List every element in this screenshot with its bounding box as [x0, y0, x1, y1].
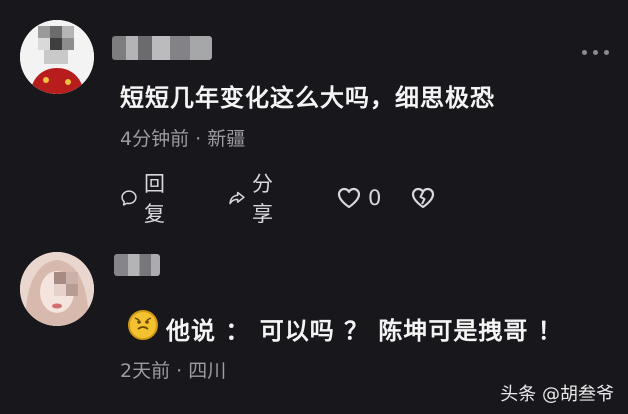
heart-icon	[337, 187, 361, 209]
share-button[interactable]: 分享	[228, 172, 281, 226]
reply-label: 回复	[143, 172, 165, 226]
avatar-image	[20, 252, 94, 326]
dislike-button[interactable]	[410, 184, 442, 212]
avatar[interactable]	[20, 20, 94, 94]
comment-text: 他说 ： 可以吗 ？ 陈坤可是拽哥 ！	[166, 317, 563, 345]
share-arrow-icon	[229, 191, 245, 205]
share-label: 分享	[251, 172, 273, 226]
more-dots-icon[interactable]	[582, 50, 610, 56]
username-blurred[interactable]	[112, 36, 212, 60]
like-button[interactable]: 0	[336, 184, 381, 212]
like-count: 0	[368, 186, 382, 210]
comment-meta: 4分钟前 · 新疆	[120, 128, 246, 150]
watermark: 头条 @胡叁爷	[500, 384, 614, 405]
broken-heart-icon	[411, 187, 435, 209]
comment-item: 短短几年变化这么大吗，细思极恐 4分钟前 · 新疆 回复 分享 0	[0, 0, 628, 240]
reply-button[interactable]: 回复	[120, 172, 173, 226]
comment-meta: 2天前 · 四川	[120, 360, 227, 382]
comment-bubble-icon	[121, 190, 137, 206]
avatar-image	[20, 20, 94, 94]
username-blurred[interactable]	[114, 254, 160, 276]
comment-text: 短短几年变化这么大吗，细思极恐	[120, 84, 495, 112]
emoji-face-icon	[128, 310, 158, 340]
avatar[interactable]	[20, 252, 94, 326]
